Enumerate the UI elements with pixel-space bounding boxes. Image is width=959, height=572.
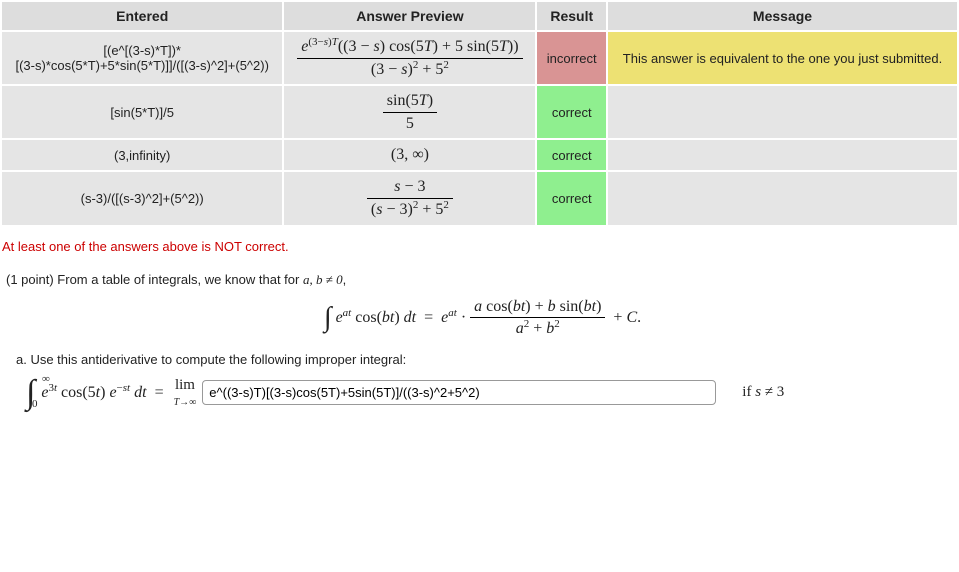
result-cell: correct	[536, 139, 607, 171]
message-cell	[607, 171, 958, 225]
entered-cell: [sin(5*T)]/5	[1, 85, 283, 139]
preview-cell: e(3−s)T((3 − s) cos(5T) + 5 sin(5T)) (3 …	[283, 31, 536, 85]
col-message: Message	[607, 1, 958, 31]
intro-cond: a, b ≠ 0	[303, 272, 343, 287]
intro-text: (1 point) From a table of integrals, we …	[6, 272, 303, 287]
preview-cell: (3, ∞)	[283, 139, 536, 171]
result-cell: correct	[536, 85, 607, 139]
col-entered: Entered	[1, 1, 283, 31]
table-row: [sin(5*T)]/5 sin(5T) 5 correct	[1, 85, 958, 139]
preview-cell: s − 3 (s − 3)2 + 52	[283, 171, 536, 225]
part-a-integral-row: ∫ ∞ 0 e3t cos(5t) e−st dt = lim T→∞ if s…	[26, 377, 959, 409]
result-cell: correct	[536, 171, 607, 225]
integrand: e3t cos(5t) e−st dt =	[41, 384, 167, 402]
col-preview: Answer Preview	[283, 1, 536, 31]
entered-cell: (3,infinity)	[1, 139, 283, 171]
integral-formula: ∫ eat cos(bt) dt = eat · a cos(bt) + b s…	[6, 298, 959, 338]
part-a-text: a. Use this antiderivative to compute th…	[16, 352, 959, 367]
answer-input[interactable]	[202, 380, 716, 405]
warning-text: At least one of the answers above is NOT…	[2, 239, 959, 254]
result-cell: incorrect	[536, 31, 607, 85]
table-row: (s-3)/([(s-3)^2]+(5^2)) s − 3 (s − 3)2 +…	[1, 171, 958, 225]
problem-body: (1 point) From a table of integrals, we …	[0, 272, 959, 409]
message-cell	[607, 85, 958, 139]
message-cell	[607, 139, 958, 171]
results-table: Entered Answer Preview Result Message [(…	[0, 0, 959, 227]
table-row: [(e^[(3-s)*T])* [(3-s)*cos(5*T)+5*sin(5*…	[1, 31, 958, 85]
condition-text: if s ≠ 3	[742, 384, 784, 401]
preview-cell: sin(5T) 5	[283, 85, 536, 139]
problem-intro: (1 point) From a table of integrals, we …	[6, 272, 959, 288]
integral-icon: ∫ ∞ 0	[26, 379, 35, 406]
table-row: (3,infinity) (3, ∞) correct	[1, 139, 958, 171]
message-cell: This answer is equivalent to the one you…	[607, 31, 958, 85]
col-result: Result	[536, 1, 607, 31]
limit-expr: lim T→∞	[174, 377, 197, 409]
entered-cell: (s-3)/([(s-3)^2]+(5^2))	[1, 171, 283, 225]
entered-cell: [(e^[(3-s)*T])* [(3-s)*cos(5*T)+5*sin(5*…	[1, 31, 283, 85]
